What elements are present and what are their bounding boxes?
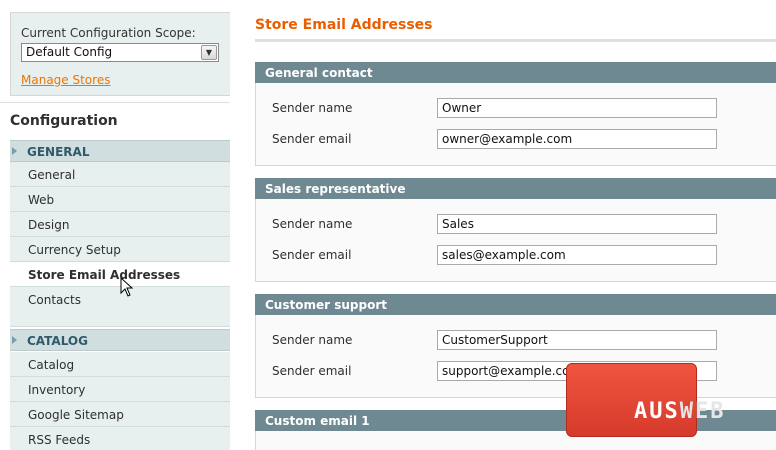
group-header-catalog[interactable]: CATALOG xyxy=(10,329,230,351)
section-body-customer-support: Sender name CustomerSupport Sender email… xyxy=(255,315,776,398)
scope-select[interactable]: Default Config ▼ xyxy=(21,43,219,62)
sidebar-item-catalog[interactable]: Catalog xyxy=(10,352,230,377)
sender-name-input[interactable]: CustomerSupport xyxy=(437,330,717,350)
title-divider xyxy=(255,39,776,42)
page-title: Store Email Addresses xyxy=(255,17,433,33)
sidebar-item-google-sitemap[interactable]: Google Sitemap xyxy=(10,402,230,427)
sender-name-label: Sender name xyxy=(272,333,353,347)
logo-text-b: WEB xyxy=(679,399,726,424)
scope-select-value: Default Config xyxy=(26,45,113,59)
ausweb-logo-text: AUSWEB xyxy=(634,399,726,424)
triangle-right-icon xyxy=(12,336,17,344)
scope-switcher: Current Configuration Scope: Default Con… xyxy=(10,12,230,96)
magento-config-page: Current Configuration Scope: Default Con… xyxy=(0,0,776,450)
sidebar-item-general[interactable]: General xyxy=(10,162,230,187)
triangle-right-icon xyxy=(12,147,17,155)
sender-name-label: Sender name xyxy=(272,101,353,115)
chevron-down-icon[interactable]: ▼ xyxy=(201,45,217,60)
sender-name-input[interactable]: Sales xyxy=(437,214,717,234)
sidebar-item-inventory[interactable]: Inventory xyxy=(10,377,230,402)
sender-email-label: Sender email xyxy=(272,364,352,378)
section-body-general-contact: Sender name Owner Sender email owner@exa… xyxy=(255,83,776,166)
sender-email-input[interactable]: sales@example.com xyxy=(437,245,717,265)
section-body-custom-email-1 xyxy=(255,431,776,450)
scope-label: Current Configuration Scope: xyxy=(21,26,196,40)
sender-email-label: Sender email xyxy=(272,248,352,262)
group-header-general[interactable]: GENERAL xyxy=(10,140,230,162)
sidebar-item-web[interactable]: Web xyxy=(10,187,230,212)
sidebar-item-design[interactable]: Design xyxy=(10,212,230,237)
sender-name-input[interactable]: Owner xyxy=(437,98,717,118)
section-header-customer-support[interactable]: Customer support xyxy=(255,294,776,315)
logo-text-a: AUS xyxy=(634,399,680,424)
sidebar: Current Configuration Scope: Default Con… xyxy=(0,0,230,450)
mouse-cursor-icon xyxy=(120,277,134,297)
group-title: GENERAL xyxy=(27,145,90,159)
sender-name-label: Sender name xyxy=(272,217,353,231)
configuration-title: Configuration xyxy=(0,102,230,138)
sidebar-item-rss-feeds[interactable]: RSS Feeds xyxy=(10,427,230,450)
main-content: Store Email Addresses General contact Se… xyxy=(255,0,776,450)
section-header-sales-representative[interactable]: Sales representative xyxy=(255,178,776,199)
group-title: CATALOG xyxy=(27,334,88,348)
sender-email-label: Sender email xyxy=(272,132,352,146)
sidebar-item-currency-setup[interactable]: Currency Setup xyxy=(10,237,230,262)
section-header-general-contact[interactable]: General contact xyxy=(255,62,776,83)
sender-email-input[interactable]: owner@example.com xyxy=(437,129,717,149)
manage-stores-link[interactable]: Manage Stores xyxy=(21,73,110,87)
section-body-sales-representative: Sender name Sales Sender email sales@exa… xyxy=(255,199,776,282)
